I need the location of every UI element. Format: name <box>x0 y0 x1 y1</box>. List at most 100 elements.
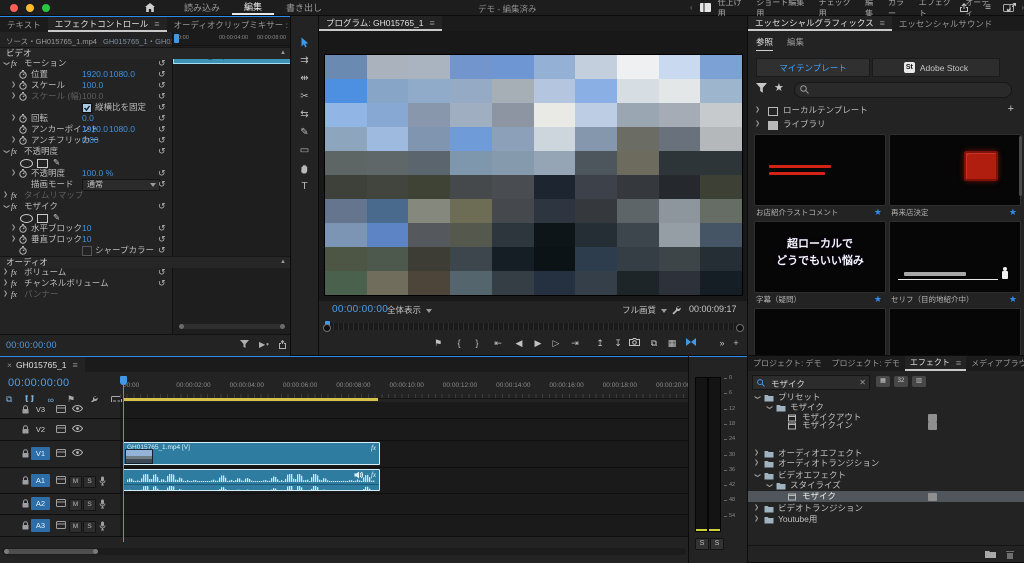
favorite-star-icon[interactable]: ★ <box>874 294 882 305</box>
export-icon[interactable] <box>278 340 287 349</box>
toggle-track-output-icon[interactable] <box>72 405 83 412</box>
template-card[interactable] <box>889 308 1019 355</box>
effect-name[interactable]: 不透明度 <box>24 146 58 157</box>
effect-name[interactable]: パンナー <box>24 289 58 300</box>
solo-track-button[interactable]: S <box>83 476 96 488</box>
effects-filter-badge[interactable]: ▦ <box>876 376 890 387</box>
rect-mask-icon[interactable] <box>37 214 48 223</box>
template-card[interactable]: 再来店決定★ <box>889 134 1019 219</box>
track-lane-A2[interactable] <box>120 494 688 514</box>
zoom-handle-right[interactable] <box>736 324 744 332</box>
twirl-icon[interactable]: ❯ <box>3 190 8 201</box>
source-patch-icon[interactable] <box>56 476 66 484</box>
scrubber-track[interactable] <box>323 323 743 330</box>
scrollbar-thumb[interactable] <box>4 549 98 554</box>
property-value[interactable]: 1080.0 <box>109 124 135 135</box>
zoom-window-button[interactable] <box>42 4 50 12</box>
workspace-menu-icon[interactable]: ≡ <box>985 2 991 13</box>
timeline-playhead[interactable] <box>123 376 124 542</box>
reset-parameter-icon[interactable]: ↺ <box>158 113 166 124</box>
template-search-input[interactable] <box>794 82 1012 98</box>
favorite-star-icon[interactable]: ★ <box>1009 207 1017 218</box>
lock-icon[interactable] <box>21 521 30 531</box>
stopwatch-icon[interactable] <box>19 246 27 255</box>
timeline-ruler[interactable]: 00:0000:00:02:0000:00:04:0000:00:06:0000… <box>120 376 688 399</box>
source-patch-icon[interactable] <box>56 425 66 433</box>
panel-menu-icon[interactable]: ≡ <box>956 358 961 368</box>
panel-menu-icon[interactable]: ≡ <box>73 360 78 370</box>
tab-audio-clip-mixer[interactable]: オーディオクリップミキサー : GH015765_1 <box>167 17 290 32</box>
template-thumbnail[interactable] <box>889 308 1021 355</box>
reset-parameter-icon[interactable]: ↺ <box>158 58 166 69</box>
my-templates-button[interactable]: マイテンプレート <box>756 58 870 77</box>
go-to-out-button[interactable]: ⇥ <box>568 338 582 349</box>
program-timecode[interactable]: 00:00:00:00 <box>332 304 388 315</box>
subtab-browse[interactable]: 参照 <box>756 36 773 51</box>
twirl-icon[interactable]: ❯ <box>754 503 759 514</box>
twirl-icon[interactable]: ❯ <box>763 405 774 410</box>
stopwatch-icon[interactable] <box>19 92 27 101</box>
mini-scrollbar[interactable] <box>179 324 285 329</box>
twirl-icon[interactable]: ❯ <box>755 104 760 117</box>
tree-item-ローカルテンプレート[interactable]: ❯ローカルテンプレート+ <box>748 104 1024 117</box>
template-card[interactable]: 超ローカルでどうでもいい悩み字幕（疑問）★ <box>754 221 884 306</box>
sequence-clip-label[interactable]: GH015765_1・GH015765_1_... <box>103 37 178 46</box>
multicam-button[interactable]: ▦ <box>665 338 679 349</box>
lift-button[interactable]: ↥ <box>593 338 607 349</box>
effects-tree-item-モザイク[interactable]: モザイク <box>748 491 1024 502</box>
filter-properties-icon[interactable] <box>240 340 249 349</box>
template-thumbnail[interactable]: 超ローカルでどうでもいい悩み <box>754 221 886 293</box>
reset-parameter-icon[interactable]: ↺ <box>158 168 166 179</box>
subtab-edit[interactable]: 編集 <box>787 36 804 51</box>
effects-search-input[interactable]: モザイク ✕ <box>752 375 870 390</box>
adobe-stock-button[interactable]: St Adobe Stock <box>872 58 1000 77</box>
export-frame-button[interactable] <box>629 338 643 346</box>
track-lane-A1[interactable]: fx <box>120 468 688 493</box>
lock-icon[interactable] <box>21 425 30 435</box>
tab-text[interactable]: テキスト <box>0 17 48 32</box>
sequence-tab[interactable]: × GH015765_1 ≡ <box>0 357 85 372</box>
checkbox[interactable] <box>82 246 92 256</box>
pen-mask-icon[interactable]: ✎ <box>53 212 60 223</box>
property-value[interactable]: 10 <box>82 223 91 234</box>
twirl-icon[interactable]: ❯ <box>3 278 8 289</box>
step-back-button[interactable]: ◀ <box>512 338 526 349</box>
twirl-icon[interactable]: ❯ <box>3 289 8 300</box>
work-area-bar[interactable] <box>123 398 378 401</box>
property-value[interactable]: 1080.0 <box>109 69 135 80</box>
solo-left-button[interactable]: S <box>695 538 709 550</box>
ellipse-mask-icon[interactable] <box>20 214 33 223</box>
hand-tool[interactable] <box>291 160 318 177</box>
slip-tool[interactable]: ⇆ <box>291 106 318 123</box>
track-target-V3[interactable]: V3 <box>31 403 50 416</box>
twirl-icon[interactable]: ❯ <box>755 118 760 131</box>
tab-essential-sound[interactable]: エッセンシャルサウンド <box>892 16 1000 31</box>
template-thumbnail[interactable] <box>889 221 1021 293</box>
effect-name[interactable]: ボリューム <box>24 267 66 278</box>
fx-icon[interactable]: fx <box>11 289 17 300</box>
track-target-A3[interactable]: A3 <box>31 519 50 532</box>
track-lane-V3[interactable] <box>120 402 688 418</box>
reset-parameter-icon[interactable]: ↺ <box>158 80 166 91</box>
twirl-icon[interactable]: ❯ <box>751 473 762 478</box>
tab-panel-0[interactable]: プロジェクト: デモ <box>748 356 826 371</box>
proxy-toggle-button[interactable] <box>684 338 698 348</box>
effect-controls-timecode[interactable]: 00:00:00:00 <box>6 340 57 350</box>
effects-filter-badge[interactable]: 32 <box>894 376 908 387</box>
twirl-icon[interactable]: ❯ <box>3 267 8 278</box>
property-value[interactable]: 100.0 % <box>82 168 113 179</box>
tab-effects[interactable]: エフェクト≡ <box>905 356 966 371</box>
solo-track-button[interactable]: S <box>83 499 96 511</box>
stopwatch-icon[interactable] <box>19 125 27 134</box>
add-button[interactable]: + <box>729 338 743 348</box>
ellipse-mask-icon[interactable] <box>20 159 33 168</box>
template-card[interactable] <box>754 308 884 355</box>
source-patch-icon[interactable] <box>56 499 66 507</box>
stopwatch-icon[interactable] <box>19 235 27 244</box>
play-button[interactable]: ▶ <box>531 338 545 349</box>
fullscreen-icon[interactable] <box>1007 3 1016 12</box>
twirl-icon[interactable]: ❯ <box>11 135 16 146</box>
fx-icon[interactable]: fx <box>11 278 17 289</box>
scrollbar[interactable] <box>1019 136 1022 196</box>
twirl-icon[interactable]: ❯ <box>11 113 16 124</box>
